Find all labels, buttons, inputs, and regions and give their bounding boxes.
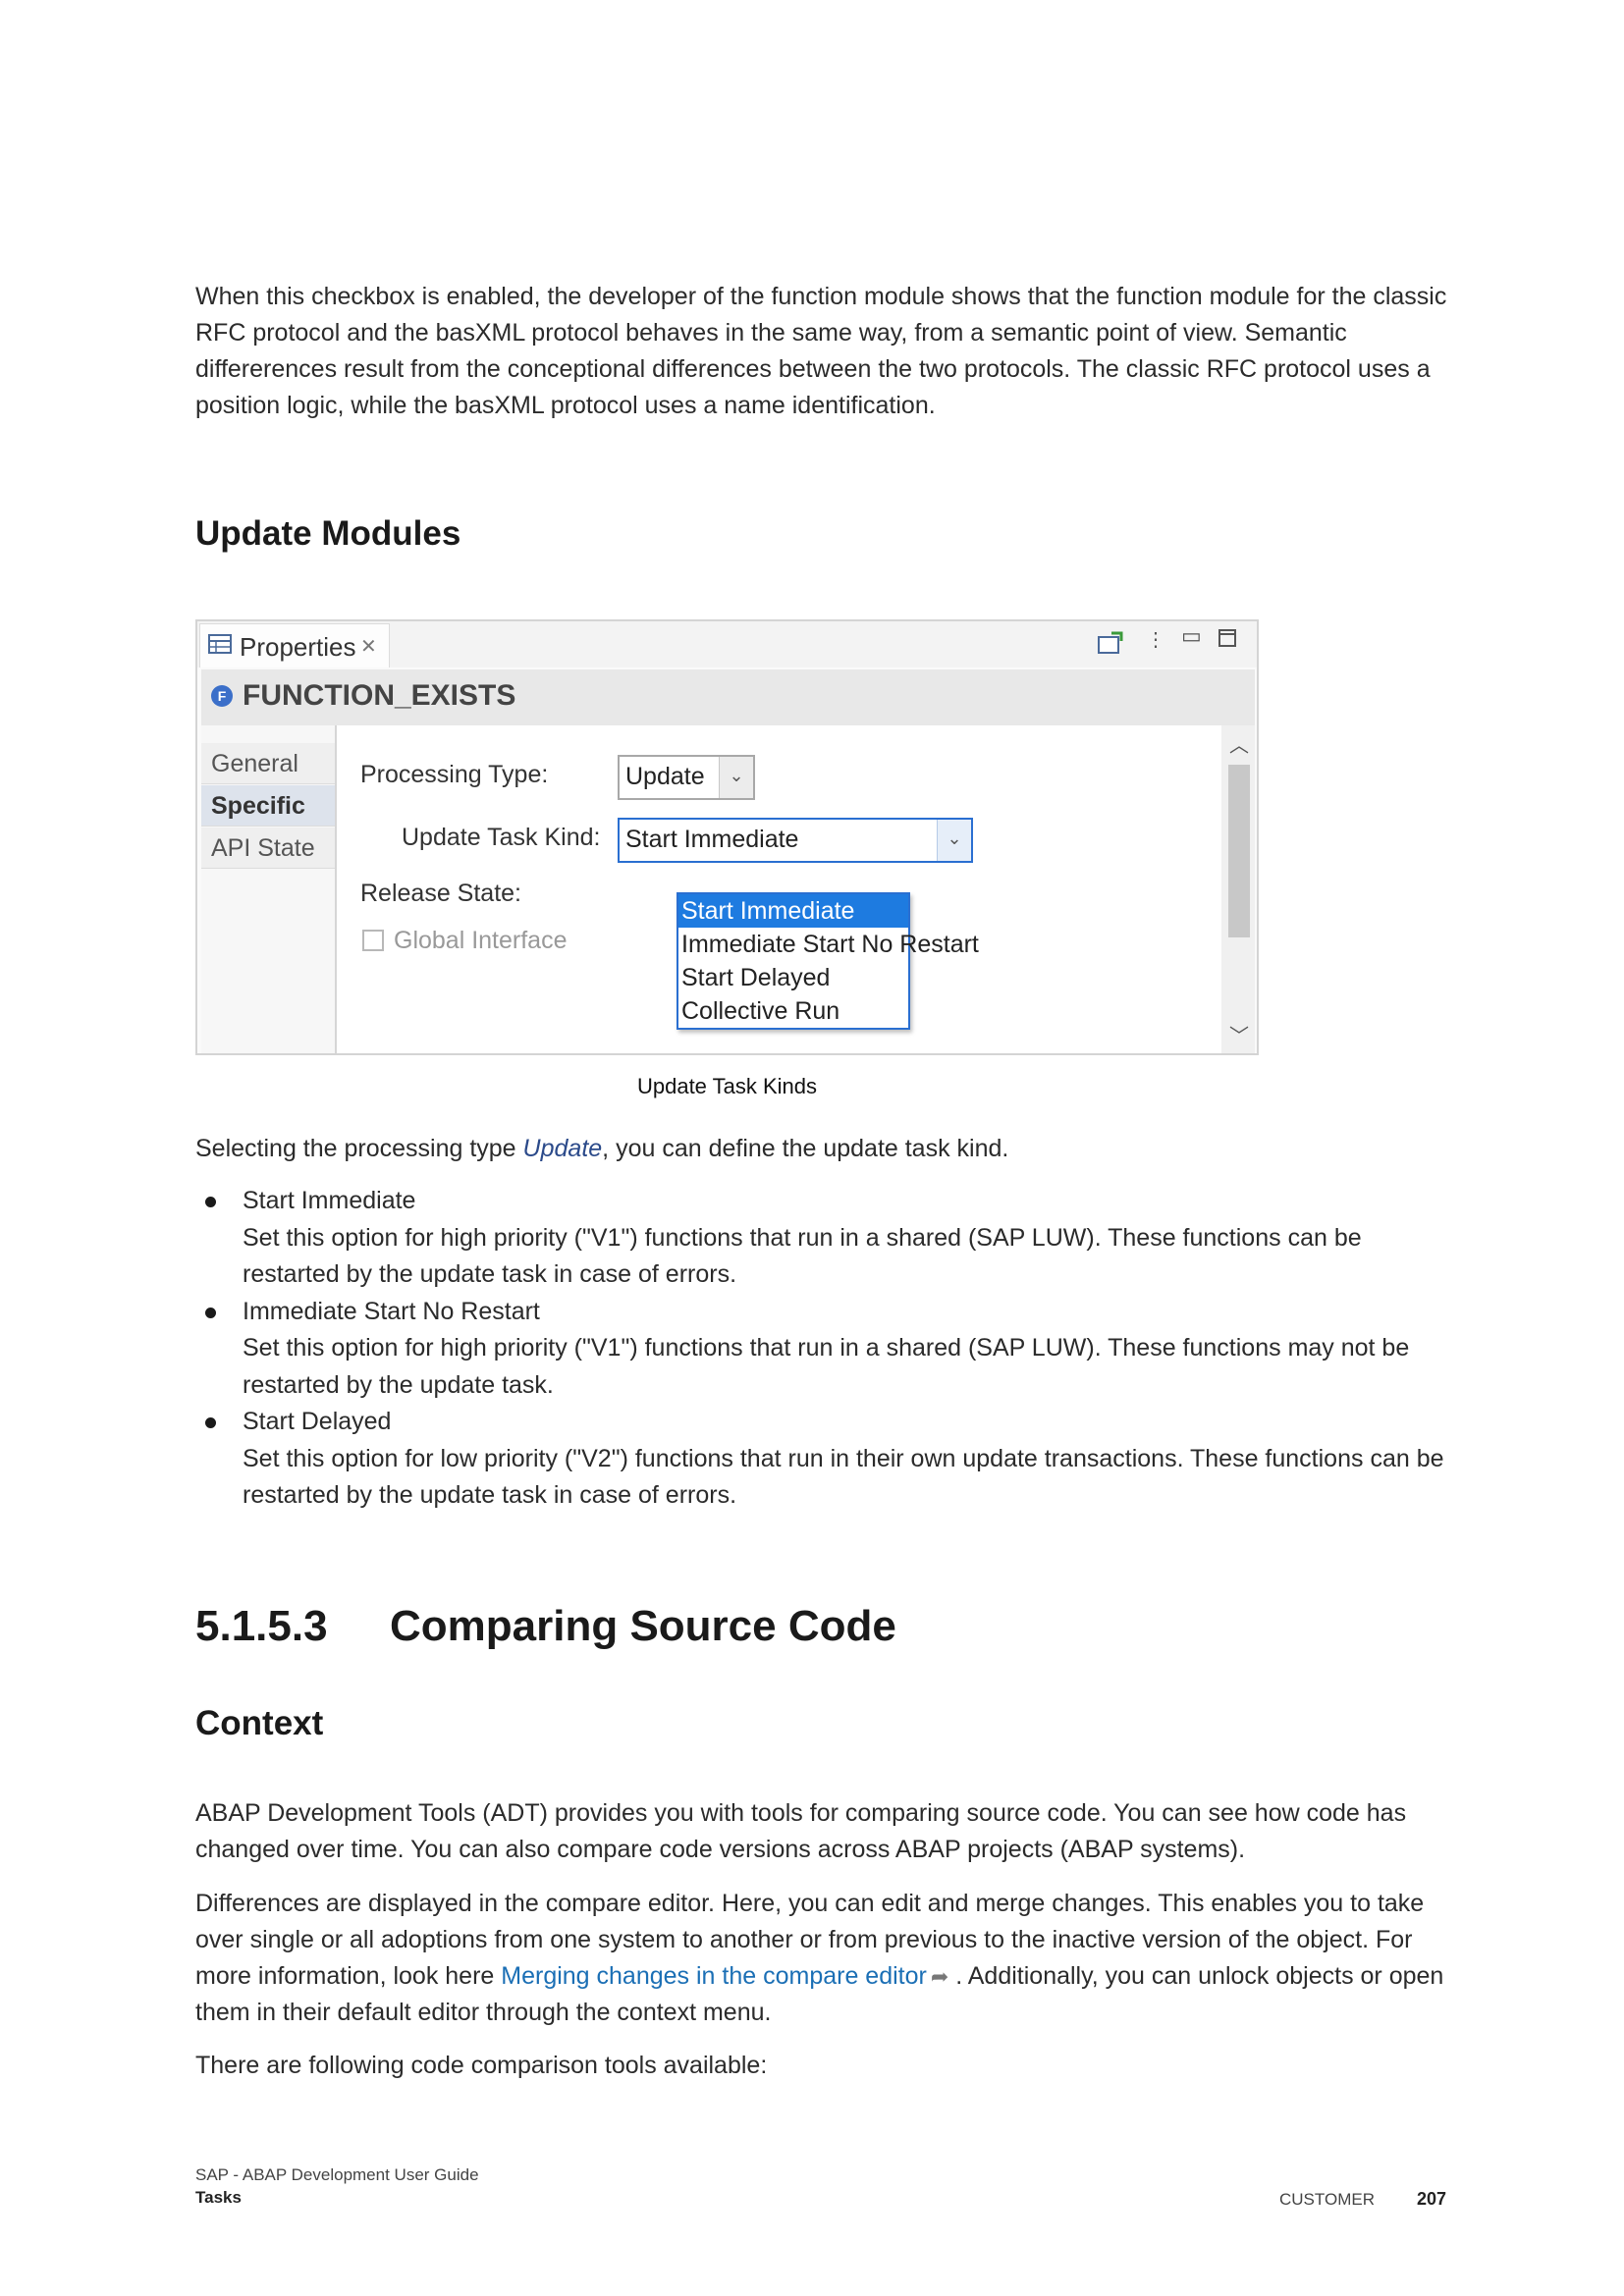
section-number: 5.1.5.3 (195, 1602, 328, 1650)
dropdown-option[interactable]: Start Immediate (678, 894, 908, 928)
sidebar-item-general[interactable]: General (201, 743, 335, 784)
update-emphasis: Update (522, 1135, 603, 1162)
list-item-description: Set this option for high priority ("V1")… (243, 1223, 1362, 1289)
update-task-kind-label: Update Task Kind: (402, 824, 601, 851)
maximize-icon[interactable] (1218, 627, 1236, 653)
view-tab-bar: Properties ✕ ⋮ ▭ (197, 621, 1257, 667)
dropdown-option[interactable]: Start Delayed (678, 961, 908, 994)
chevron-up-icon[interactable]: ︿ (1229, 729, 1249, 758)
selection-suffix: , you can define the update task kind. (602, 1135, 1009, 1162)
merging-changes-link[interactable]: Merging changes in the compare editor (501, 1962, 927, 1990)
context-paragraph-2: Differences are displayed in the compare… (195, 1886, 1462, 2031)
page-number: 207 (1417, 2189, 1447, 2209)
selection-paragraph: Selecting the processing type Update, yo… (195, 1131, 1462, 1167)
properties-sidebar: General Specific API State (201, 725, 337, 1053)
external-link-icon[interactable]: ➦ (931, 1958, 948, 1995)
update-task-kind-list: Start Immediate Set this option for high… (195, 1183, 1462, 1515)
list-item: Start Immediate Set this option for high… (195, 1183, 1462, 1294)
update-task-kind-combo[interactable]: Start Immediate ⌄ (618, 818, 973, 863)
function-module-icon: F (211, 685, 233, 707)
bullet-icon (205, 1307, 216, 1318)
selection-prefix: Selecting the processing type (195, 1135, 523, 1162)
update-task-kind-dropdown[interactable]: Start Immediate Immediate Start No Resta… (677, 892, 979, 1030)
list-item-title: Start Immediate (243, 1187, 416, 1214)
intro-paragraph: When this checkbox is enabled, the devel… (195, 283, 1447, 419)
dropdown-option[interactable]: Immediate Start No Restart (678, 928, 979, 961)
global-interface-checkbox[interactable] (362, 930, 384, 951)
bullet-icon (205, 1417, 216, 1428)
list-item-title: Start Delayed (243, 1408, 392, 1435)
close-icon[interactable]: ✕ (360, 634, 377, 659)
sidebar-item-api-state[interactable]: API State (201, 828, 335, 869)
section-title: Comparing Source Code (390, 1602, 896, 1650)
list-item-description: Set this option for low priority ("V2") … (243, 1444, 1444, 1510)
bullet-icon (205, 1197, 216, 1207)
footer-chapter: Tasks (195, 2188, 242, 2207)
view-menu-icon[interactable]: ⋮ (1146, 627, 1165, 652)
properties-view-icon (208, 633, 232, 661)
processing-type-combo[interactable]: Update ⌄ (618, 755, 755, 800)
update-modules-heading: Update Modules (195, 514, 461, 553)
list-item-title: Immediate Start No Restart (243, 1297, 540, 1325)
release-state-label: Release State: (360, 880, 521, 907)
context-paragraph-1: ABAP Development Tools (ADT) provides yo… (195, 1799, 1407, 1863)
list-item: Start Delayed Set this option for low pr… (195, 1404, 1462, 1515)
context-paragraph-3: There are following code comparison tool… (195, 2052, 768, 2079)
footer-document-title: SAP - ABAP Development User Guide (195, 2165, 479, 2184)
dropdown-option[interactable]: Collective Run (678, 994, 908, 1028)
function-name: FUNCTION_EXISTS (243, 679, 516, 712)
sidebar-item-specific[interactable]: Specific (201, 785, 335, 827)
pin-view-icon[interactable] (1098, 631, 1123, 661)
context-heading: Context (195, 1704, 324, 1742)
list-item: Immediate Start No Restart Set this opti… (195, 1294, 1462, 1405)
processing-type-label: Processing Type: (360, 761, 549, 788)
global-interface-label: Global Interface (394, 927, 568, 954)
update-task-kind-value: Start Immediate (625, 826, 799, 853)
properties-tab-label: Properties (240, 632, 356, 662)
list-item-description: Set this option for high priority ("V1")… (243, 1334, 1410, 1399)
properties-screenshot: Properties ✕ ⋮ ▭ F FUNCTION_EXISTS Gener… (195, 619, 1259, 1055)
object-title-bar: F FUNCTION_EXISTS (201, 669, 1255, 725)
scroll-thumb[interactable] (1228, 765, 1250, 937)
chevron-down-icon[interactable]: ⌄ (937, 820, 971, 861)
properties-tab[interactable]: Properties ✕ (199, 623, 390, 667)
section-heading: 5.1.5.3 Comparing Source Code (195, 1602, 896, 1651)
figure-caption: Update Task Kinds (636, 1074, 818, 1098)
footer-classification: CUSTOMER (1279, 2190, 1375, 2209)
vertical-scrollbar[interactable]: ︿ ﹀ (1221, 725, 1255, 1053)
minimize-icon[interactable]: ▭ (1181, 623, 1202, 649)
processing-type-value: Update (625, 763, 705, 790)
chevron-down-icon[interactable]: ⌄ (719, 757, 753, 798)
chevron-down-icon[interactable]: ﹀ (1229, 1020, 1249, 1048)
